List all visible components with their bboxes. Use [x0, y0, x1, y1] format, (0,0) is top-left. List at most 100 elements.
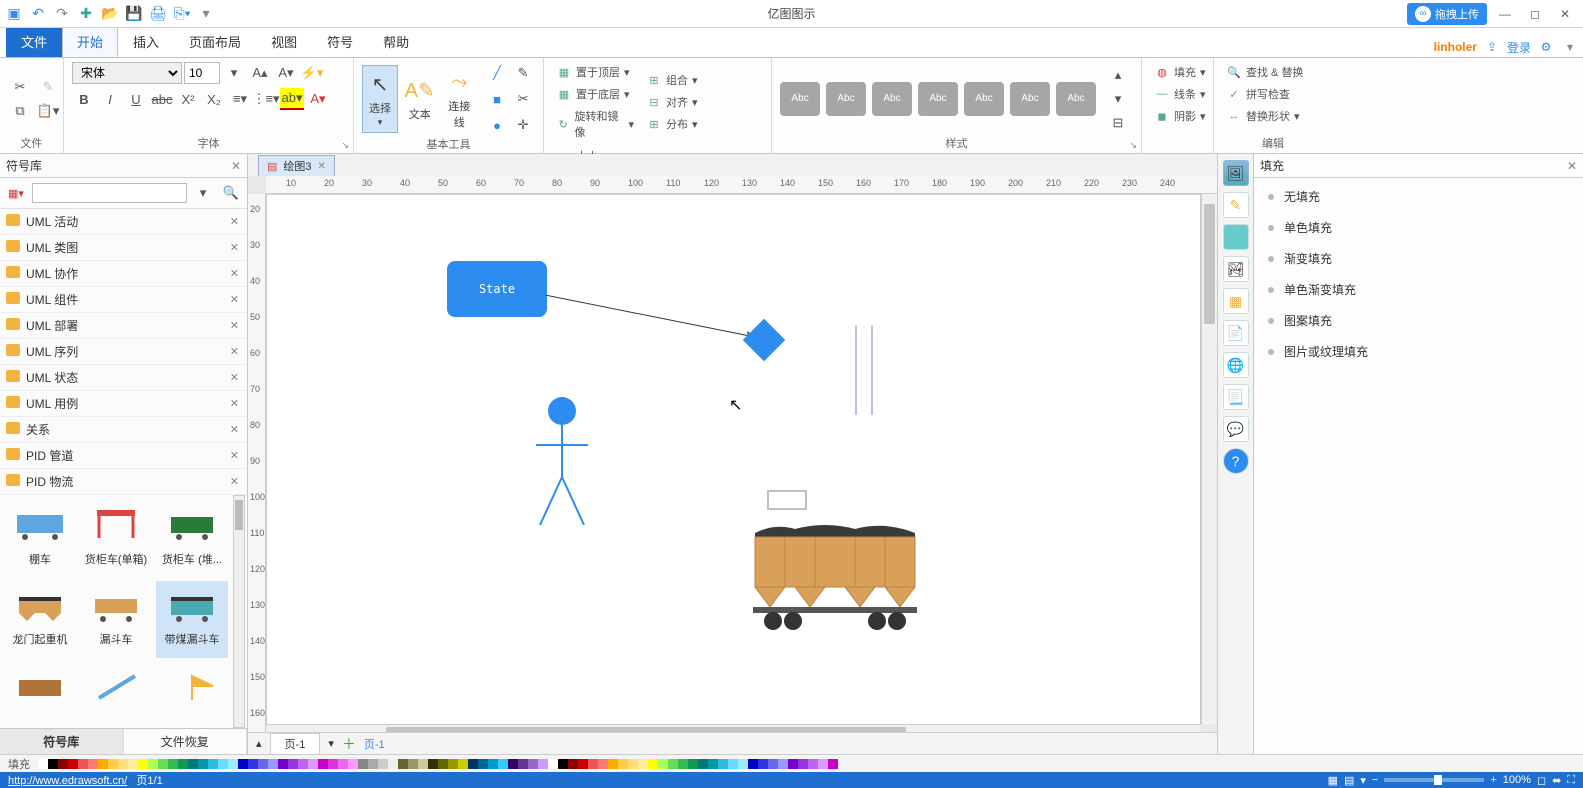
italic-icon[interactable]: I [98, 88, 122, 110]
find-replace-button[interactable]: 🔍查找 & 替换 [1222, 62, 1332, 82]
rotate-mirror-button[interactable]: ↻旋转和镜像 ▾ [552, 106, 638, 142]
view-mode-icon-3[interactable]: ▾ [1360, 774, 1366, 787]
doc-tab-1[interactable]: ▤ 绘图3 ✕ [258, 155, 335, 176]
paste-icon[interactable]: 📋▾ [36, 100, 60, 122]
new-icon[interactable]: ✚ [76, 4, 96, 24]
search-icon[interactable]: 🔍 [219, 182, 243, 204]
lib-item[interactable]: UML 用例✕ [0, 391, 247, 417]
copy-icon[interactable]: ⧉ [8, 100, 32, 122]
underline-icon[interactable]: U [124, 88, 148, 110]
fill-solid[interactable]: 单色填充 [1268, 219, 1569, 236]
lib-search-dropdown-icon[interactable]: ▾ [191, 182, 215, 204]
distribute-button[interactable]: ⊞分布 ▾ [642, 114, 708, 134]
tab-file[interactable]: 文件 [6, 25, 62, 57]
connector-tool[interactable]: ⤳ 连接线 [441, 64, 477, 134]
vertical-scrollbar[interactable] [1201, 194, 1217, 724]
tab-symbols[interactable]: 符号 [312, 25, 368, 57]
cut-icon[interactable]: ✂ [8, 76, 32, 98]
fit-width-icon[interactable]: ⬌ [1552, 774, 1561, 787]
login-link[interactable]: 登录 [1507, 39, 1531, 56]
pencil-icon[interactable]: ✎ [511, 62, 535, 84]
fill-pattern[interactable]: 图案填充 [1268, 312, 1569, 329]
shape-coal-hopper[interactable]: 带煤漏斗车 [156, 581, 228, 657]
panel-close-icon[interactable]: ✕ [231, 159, 241, 173]
side-help-icon[interactable]: ? [1223, 448, 1249, 474]
tab-file-recover[interactable]: 文件恢复 [124, 729, 248, 754]
fill-button[interactable]: ◍填充 ▾ [1150, 62, 1216, 82]
style-up-icon[interactable]: ▴ [1106, 64, 1130, 86]
fill-gradient[interactable]: 渐变填充 [1268, 250, 1569, 267]
zoom-out-icon[interactable]: − [1372, 774, 1378, 786]
select-tool[interactable]: ↖ 选择▾ [362, 65, 398, 133]
save-icon[interactable]: 💾 [124, 4, 144, 24]
view-mode-icon-2[interactable]: ▤ [1344, 774, 1354, 787]
fill-picture[interactable]: 图片或纹理填充 [1268, 343, 1569, 360]
style-dialog-icon[interactable]: ↘ [1129, 140, 1137, 151]
right-panel-close-icon[interactable]: ✕ [1567, 159, 1577, 173]
spellcheck-button[interactable]: ✓拼写检查 [1222, 84, 1332, 104]
hopper-car-shape[interactable] [745, 515, 925, 635]
share-icon[interactable]: ⇪ [1483, 38, 1501, 56]
shape-boxcar[interactable]: 棚车 [4, 501, 76, 577]
replace-shape-button[interactable]: ↔替换形状 ▾ [1222, 106, 1332, 126]
footer-url[interactable]: http://www.edrawsoft.cn/ [8, 775, 127, 787]
shape-gantry-crane[interactable]: 龙门起重机 [4, 581, 76, 657]
ellipse-icon[interactable]: ● [485, 114, 509, 136]
font-size-dropdown-icon[interactable]: ▾ [222, 62, 246, 84]
rect-icon[interactable]: ■ [485, 88, 509, 110]
export-icon[interactable]: ⎘▾ [172, 4, 192, 24]
horizontal-ruler[interactable]: 1020304050607080901001101201301401501601… [266, 176, 1217, 194]
qat-more-icon[interactable]: ▾ [196, 4, 216, 24]
state-shape[interactable]: State [447, 261, 547, 317]
line-button[interactable]: —线条 ▾ [1150, 84, 1216, 104]
lib-item[interactable]: UML 序列✕ [0, 339, 247, 365]
style-swatch-1[interactable]: Abc [780, 82, 820, 116]
shadow-button[interactable]: ◼阴影 ▾ [1150, 106, 1216, 126]
lib-item[interactable]: UML 活动✕ [0, 209, 247, 235]
style-down-icon[interactable]: ▾ [1106, 88, 1130, 110]
shape-container-stack[interactable]: 货柜车 (堆... [156, 501, 228, 577]
font-dialog-icon[interactable]: ↘ [341, 140, 349, 151]
vertical-ruler[interactable]: 2030405060708090100110120130140150160 [248, 194, 266, 754]
fit-page-icon[interactable]: ◻ [1537, 774, 1546, 787]
actor-shape[interactable] [532, 395, 592, 535]
shape-extra-1[interactable] [4, 662, 76, 722]
group-button[interactable]: ⊞组合 ▾ [642, 70, 708, 90]
redo-icon[interactable]: ↷ [52, 4, 72, 24]
lib-item[interactable]: PID 管道✕ [0, 443, 247, 469]
close-window-button[interactable]: ✕ [1553, 7, 1577, 21]
text-tool[interactable]: A✎ 文本 [402, 72, 438, 126]
lib-item[interactable]: 关系✕ [0, 417, 247, 443]
tab-help[interactable]: 帮助 [368, 25, 424, 57]
style-swatch-6[interactable]: Abc [1010, 82, 1050, 116]
maximize-button[interactable]: ◻ [1523, 7, 1547, 21]
style-swatch-2[interactable]: Abc [826, 82, 866, 116]
page-nav-down-icon[interactable]: ▾ [328, 737, 334, 750]
page-tab-1[interactable]: 页-1 [270, 733, 321, 755]
side-layers-icon[interactable]: ▦ [1223, 288, 1249, 314]
side-page-icon[interactable]: 📄 [1223, 320, 1249, 346]
font-color-icon[interactable]: A▾ [306, 88, 330, 110]
format-painter-icon[interactable]: ✎ [36, 76, 60, 98]
tab-start[interactable]: 开始 [62, 25, 118, 57]
shape-extra-3[interactable] [156, 662, 228, 722]
font-family-select[interactable]: 宋体 [72, 62, 182, 84]
bullet-list-icon[interactable]: ⋮≡▾ [254, 88, 278, 110]
style-more-icon[interactable]: ⊟ [1106, 112, 1130, 134]
shapes-scrollbar[interactable] [233, 495, 245, 728]
side-globe-icon[interactable]: 🌐 [1223, 352, 1249, 378]
print-icon[interactable]: 🖨 [148, 4, 168, 24]
page-tab-1b[interactable]: 页-1 [364, 736, 385, 752]
lib-item[interactable]: UML 组件✕ [0, 287, 247, 313]
page-nav-up-icon[interactable]: ▴ [256, 737, 262, 750]
side-picture-icon[interactable]: 🏞 [1223, 256, 1249, 282]
connector-arrow[interactable] [545, 295, 765, 345]
style-swatch-4[interactable]: Abc [918, 82, 958, 116]
dropdown-icon[interactable]: ▾ [1561, 38, 1579, 56]
style-swatch-5[interactable]: Abc [964, 82, 1004, 116]
fork-bar-2[interactable] [871, 325, 873, 415]
align-button[interactable]: ⊟对齐 ▾ [642, 92, 708, 112]
fill-solid-gradient[interactable]: 单色渐变填充 [1268, 281, 1569, 298]
tab-symbol-lib[interactable]: 符号库 [0, 729, 124, 754]
lib-item[interactable]: UML 状态✕ [0, 365, 247, 391]
